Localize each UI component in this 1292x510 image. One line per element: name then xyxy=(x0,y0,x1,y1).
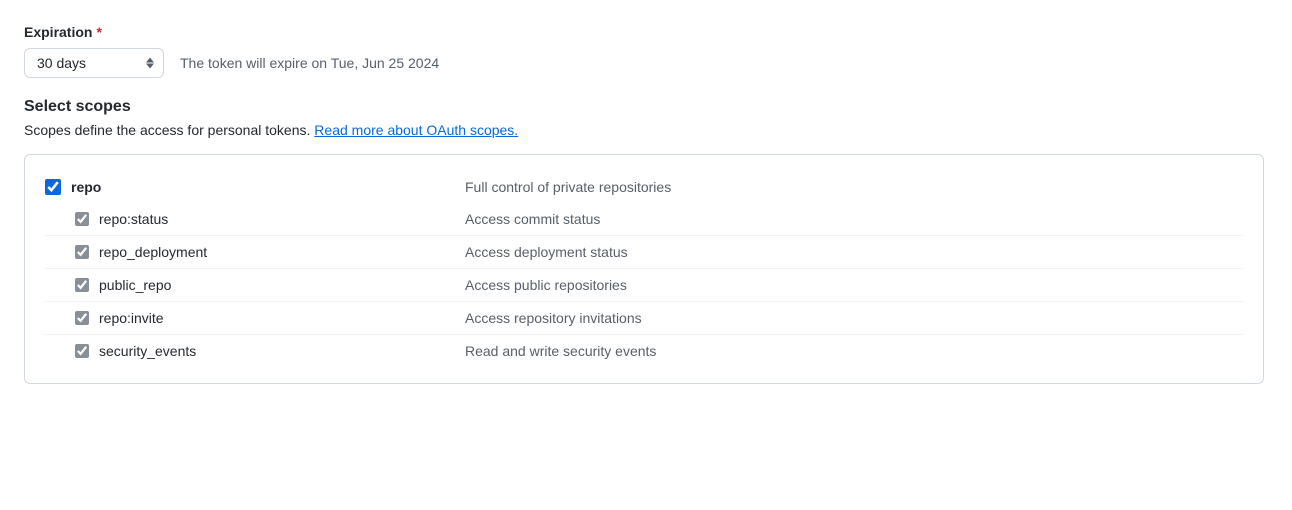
scope-left-repo: repo xyxy=(45,179,465,195)
scope-name-repo-invite[interactable]: repo:invite xyxy=(99,310,164,326)
scope-desc-repo: Full control of private repositories xyxy=(465,179,1243,195)
scope-name-repo-status[interactable]: repo:status xyxy=(99,211,168,227)
scope-desc-security-events: Read and write security events xyxy=(465,343,1243,359)
checkbox-public-repo[interactable] xyxy=(75,278,89,292)
expiration-hint: The token will expire on Tue, Jun 25 202… xyxy=(180,55,439,71)
scope-row-security-events: security_events Read and write security … xyxy=(45,335,1243,367)
scope-name-repo-deployment[interactable]: repo_deployment xyxy=(99,244,207,260)
expiration-row: 7 days 30 days 60 days 90 days No expira… xyxy=(24,48,1268,78)
checkbox-repo[interactable] xyxy=(45,179,61,195)
scope-left-repo-deployment: repo_deployment xyxy=(45,244,465,260)
checkbox-security-events[interactable] xyxy=(75,344,89,358)
expiration-select[interactable]: 7 days 30 days 60 days 90 days No expira… xyxy=(24,48,164,78)
scope-name-security-events[interactable]: security_events xyxy=(99,343,196,359)
scope-name-repo[interactable]: repo xyxy=(71,179,101,195)
expiration-section: Expiration * 7 days 30 days 60 days 90 d… xyxy=(24,24,1268,78)
scope-row-repo-deployment: repo_deployment Access deployment status xyxy=(45,236,1243,269)
scope-row-repo-status: repo:status Access commit status xyxy=(45,203,1243,236)
scope-left-security-events: security_events xyxy=(45,343,465,359)
scope-row-public-repo: public_repo Access public repositories xyxy=(45,269,1243,302)
scopes-title: Select scopes xyxy=(24,98,1268,116)
scopes-box: repo Full control of private repositorie… xyxy=(24,154,1264,384)
scope-desc-repo-status: Access commit status xyxy=(465,211,1243,227)
expiration-label: Expiration * xyxy=(24,24,1268,40)
scope-left-public-repo: public_repo xyxy=(45,277,465,293)
scope-name-public-repo[interactable]: public_repo xyxy=(99,277,171,293)
scopes-description: Scopes define the access for personal to… xyxy=(24,122,1268,138)
scope-left-repo-invite: repo:invite xyxy=(45,310,465,326)
scope-desc-public-repo: Access public repositories xyxy=(465,277,1243,293)
required-star: * xyxy=(96,24,101,40)
scopes-section: Select scopes Scopes define the access f… xyxy=(24,98,1268,384)
expiration-select-wrapper: 7 days 30 days 60 days 90 days No expira… xyxy=(24,48,164,78)
scope-row-repo-invite: repo:invite Access repository invitation… xyxy=(45,302,1243,335)
scopes-description-text: Scopes define the access for personal to… xyxy=(24,122,310,138)
scope-row-repo: repo Full control of private repositorie… xyxy=(45,171,1243,203)
scope-desc-repo-invite: Access repository invitations xyxy=(465,310,1243,326)
checkbox-repo-invite[interactable] xyxy=(75,311,89,325)
checkbox-repo-deployment[interactable] xyxy=(75,245,89,259)
expiration-label-text: Expiration xyxy=(24,24,92,40)
checkbox-repo-status[interactable] xyxy=(75,212,89,226)
scope-left-repo-status: repo:status xyxy=(45,211,465,227)
oauth-scopes-link[interactable]: Read more about OAuth scopes. xyxy=(314,122,518,138)
scope-desc-repo-deployment: Access deployment status xyxy=(465,244,1243,260)
